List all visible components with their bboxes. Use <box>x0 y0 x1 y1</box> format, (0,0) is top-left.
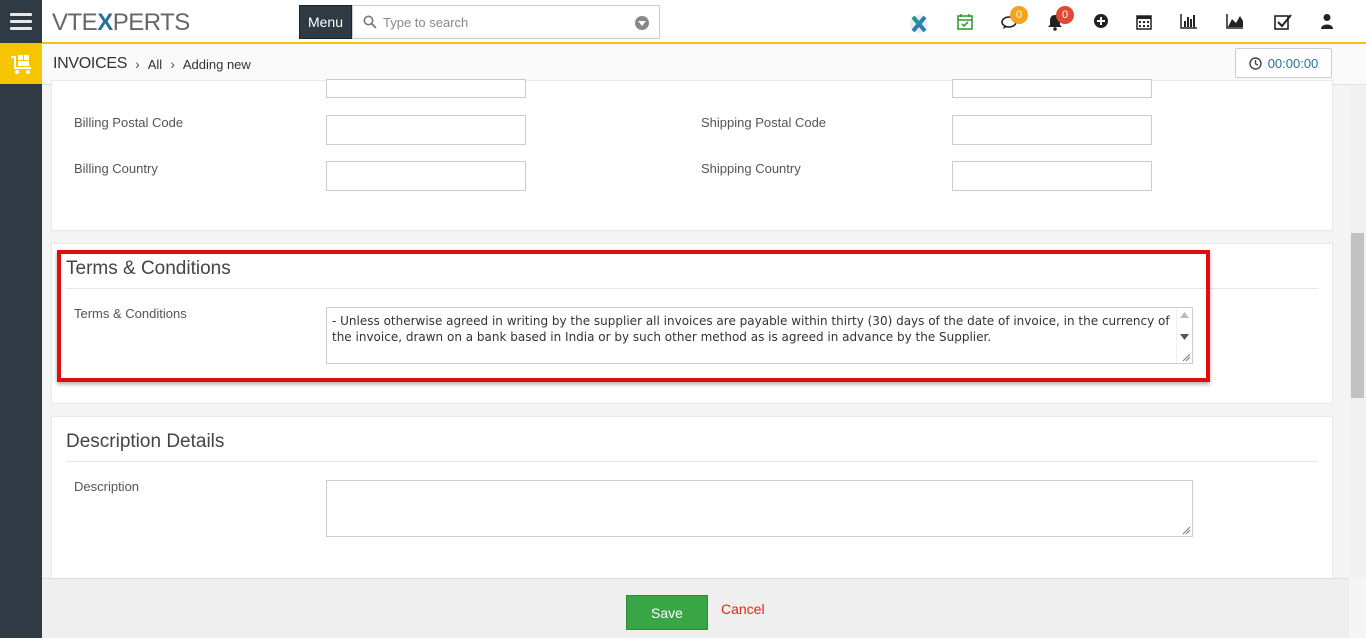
left-rail <box>0 0 42 638</box>
calendar-icon[interactable] <box>1136 13 1154 31</box>
highlight-box <box>57 250 1210 382</box>
chevron-right-icon: › <box>170 56 175 72</box>
search-options-dropdown-icon[interactable] <box>635 16 649 30</box>
billing-code-field[interactable] <box>326 79 526 98</box>
resize-grip-icon[interactable] <box>1181 525 1191 535</box>
vtexperts-logo[interactable]: VTEXPERTS <box>52 9 190 37</box>
plus-circle-icon[interactable] <box>1093 13 1111 31</box>
comments-icon[interactable]: 0 <box>1001 6 1028 31</box>
timer-button[interactable]: 00:00:00 <box>1235 48 1332 78</box>
shipping-postal-label: Shipping Postal Code <box>701 115 827 130</box>
bell-icon[interactable]: 0 <box>1047 6 1074 31</box>
address-details-block: Billing Postal Code Shipping Postal Code… <box>51 79 1333 231</box>
breadcrumb-module[interactable]: INVOICES <box>53 55 127 73</box>
vtexperts-x-icon[interactable] <box>908 13 928 33</box>
description-section-title: Description Details <box>66 431 225 452</box>
search-input[interactable] <box>383 13 623 31</box>
timer-value: 00:00:00 <box>1267 55 1319 71</box>
breadcrumb-current: Adding new <box>182 56 251 72</box>
area-chart-icon[interactable] <box>1226 13 1244 31</box>
description-details-block: Description Details Description <box>51 416 1333 586</box>
cancel-link[interactable]: Cancel <box>721 601 765 617</box>
billing-country-label: Billing Country <box>74 161 158 176</box>
billing-postal-label: Billing Postal Code <box>74 115 184 130</box>
billing-postal-input[interactable] <box>326 115 526 145</box>
form-footer: Save Cancel <box>42 578 1349 638</box>
scrollbar-thumb[interactable] <box>1351 233 1364 398</box>
menu-button[interactable]: Menu <box>299 5 352 39</box>
description-textarea[interactable] <box>326 480 1193 537</box>
clock-icon <box>1248 56 1262 70</box>
breadcrumb: INVOICES › All › Adding new <box>53 55 251 73</box>
breadcrumb-bar: INVOICES › All › Adding new 00:00:00 <box>42 44 1366 85</box>
comments-badge: 0 <box>1010 6 1028 24</box>
calendar-check-icon[interactable] <box>956 13 974 31</box>
save-button[interactable]: Save <box>626 595 708 630</box>
page-scrollbar[interactable] <box>1349 85 1366 578</box>
description-field-label: Description <box>74 479 140 494</box>
user-icon[interactable] <box>1320 13 1338 31</box>
notifications-badge: 0 <box>1056 6 1074 24</box>
billing-country-input[interactable] <box>326 161 526 191</box>
hamburger-menu-icon[interactable] <box>0 0 42 43</box>
global-search <box>352 5 660 39</box>
shipping-country-input[interactable] <box>952 161 1152 191</box>
search-icon <box>363 15 377 29</box>
check-square-icon[interactable] <box>1274 13 1292 31</box>
bar-chart-icon[interactable] <box>1180 13 1198 31</box>
shipping-code-field[interactable] <box>952 79 1152 98</box>
breadcrumb-all[interactable]: All <box>148 57 162 72</box>
shipping-postal-input[interactable] <box>952 115 1152 145</box>
top-bar: VTEXPERTS Menu 0 0 <box>42 0 1366 44</box>
divider <box>66 461 1318 462</box>
shipping-country-label: Shipping Country <box>701 161 801 176</box>
inventory-module-icon[interactable] <box>0 43 42 84</box>
chevron-right-icon: › <box>135 56 140 72</box>
